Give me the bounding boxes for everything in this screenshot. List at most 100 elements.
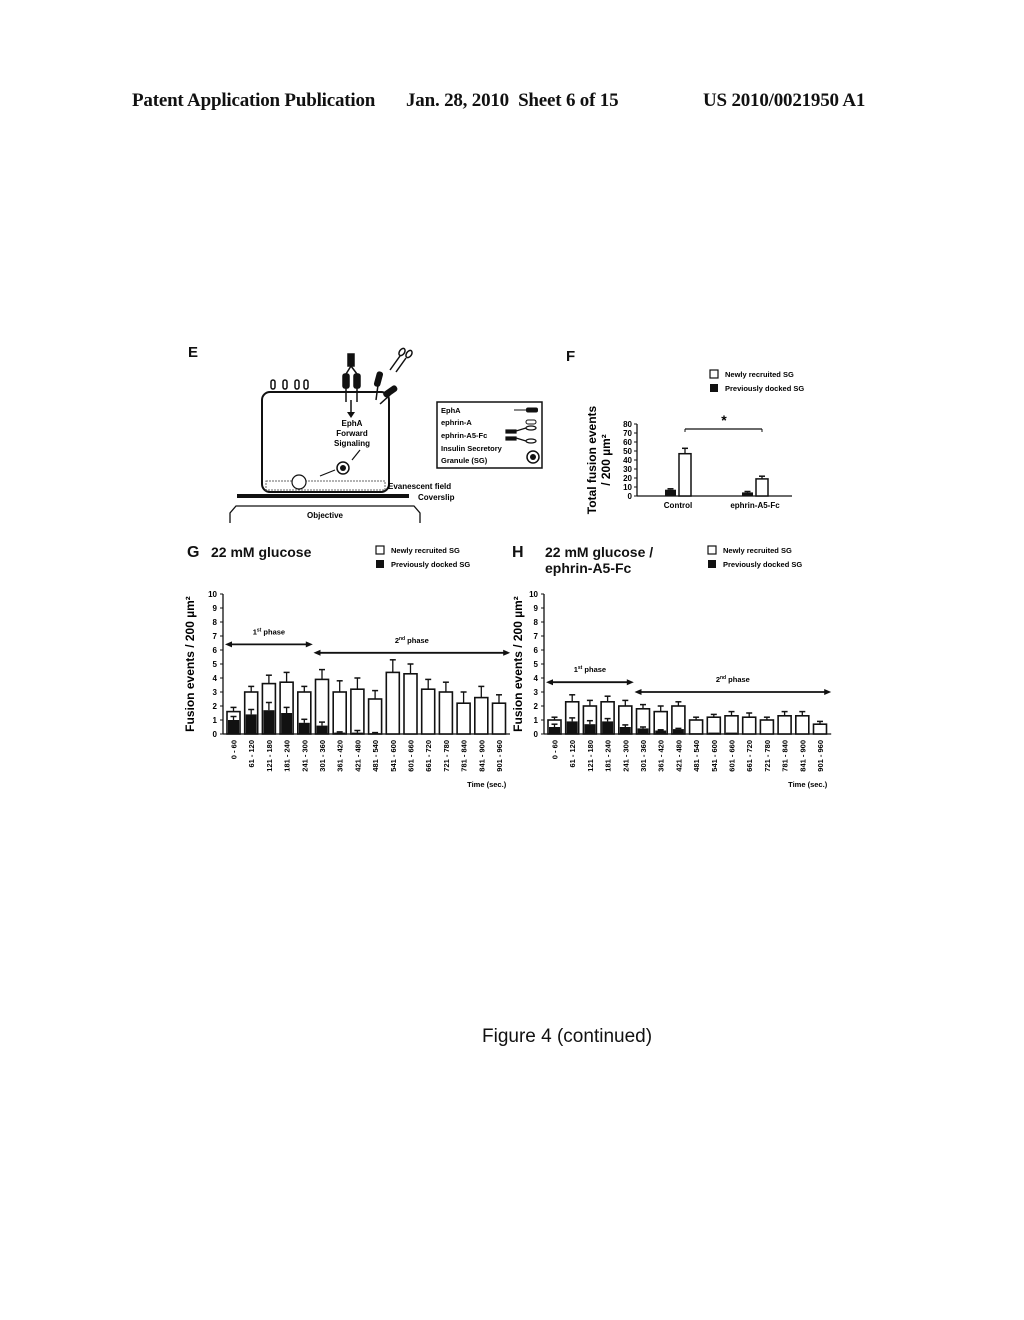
y-tick-label: 40: [623, 456, 632, 465]
phase-label: 1st phase: [574, 665, 606, 674]
y-tick-label: 8: [534, 618, 539, 627]
x-tick-label: 121 - 180: [586, 740, 595, 772]
phase-arrow-left-head: [634, 689, 642, 695]
y-tick-label: 7: [534, 632, 539, 641]
y-tick-label: 2: [534, 702, 539, 711]
bar-newly-recruited: [777, 715, 792, 735]
x-tick-label: 301 - 360: [318, 740, 327, 772]
x-tick-label: 181 - 240: [604, 740, 613, 772]
legend-previously-label: Previously docked SG: [725, 384, 804, 393]
bar-newly-recruited: [350, 688, 365, 735]
signal-text-2: Forward: [336, 429, 368, 438]
y-tick-label: 1: [213, 716, 218, 725]
legend-previously-label: Previously docked SG: [723, 560, 802, 569]
x-tick-label: 241 - 300: [621, 740, 630, 772]
bar-newly-recruited: [724, 715, 739, 735]
y-tick-label: 10: [208, 590, 217, 599]
y-tick-label: 2: [213, 702, 218, 711]
y-tick-label: 3: [534, 688, 539, 697]
phase-arrow-left-head: [225, 641, 232, 648]
x-tick-label: 841 - 900: [798, 740, 807, 772]
x-tick-label: 361 - 420: [336, 740, 345, 772]
bar-previously-docked: [263, 710, 275, 734]
bar-newly-recruited: [794, 715, 810, 735]
phase-label: 2nd phase: [716, 675, 750, 684]
bar-newly-recruited: [438, 691, 454, 735]
epha-receptors-right: [373, 371, 398, 405]
x-tick-label: 781 - 840: [781, 740, 790, 772]
bar-newly-recruited: [473, 696, 489, 735]
signal-text-3: Signaling: [334, 439, 370, 448]
legend-previously-swatch: [708, 560, 716, 568]
y-tick-label: 50: [623, 447, 632, 456]
x-tick-label: 0 - 60: [230, 740, 239, 759]
x-axis-label: Time (sec.): [788, 780, 828, 789]
bar-newly-recruited: [403, 673, 418, 735]
bar-previously-docked: [351, 732, 363, 734]
x-tick-label: ephrin-A5-Fc: [730, 501, 780, 510]
header-patent-number: US 2010/0021950 A1: [703, 90, 866, 111]
x-tick-label: 481 - 540: [371, 740, 380, 772]
bar-newly-recruited: [706, 716, 722, 735]
y-tick-label: 20: [623, 474, 632, 483]
phase-label: 2nd phase: [395, 636, 429, 645]
legend-sg-2: Granule (SG): [441, 456, 488, 465]
bar-previously-docked: [708, 732, 720, 734]
bar-previously-docked: [619, 727, 631, 734]
y-tick-label: 0: [628, 492, 633, 501]
x-tick-label: 481 - 540: [692, 740, 701, 772]
bar-newly-recruited: [332, 691, 347, 735]
bar-previously-docked: [316, 725, 328, 734]
chart-g: Newly recruited SG Previously docked SG 0 1…: [183, 545, 510, 789]
legend-newly-label: Newly recruited SG: [725, 370, 794, 379]
x-tick-label: 181 - 240: [283, 740, 292, 772]
legend-ephrin-a5-fc: ephrin-A5-Fc: [441, 431, 487, 440]
header-date-sheet: Jan. 28, 2010 Sheet 6 of 15: [406, 90, 619, 111]
bar-previously-docked: [281, 713, 293, 734]
y-tick-label: 6: [534, 646, 539, 655]
fusing-granule-icon: [291, 474, 307, 490]
y-tick-label: 7: [213, 632, 218, 641]
x-tick-label: 0 - 60: [551, 740, 560, 759]
legend-newly-swatch: [375, 545, 385, 555]
x-tick-label: 781 - 840: [460, 740, 469, 772]
x-tick-label: Control: [664, 501, 692, 510]
bar-newly-recruited: [688, 719, 704, 735]
legend-ephrin-a: ephrin-A: [441, 418, 472, 427]
legend-epha: EphA: [441, 406, 461, 415]
bar-previously-docked: [245, 714, 257, 734]
legend-previously-label: Previously docked SG: [391, 560, 470, 569]
x-tick-label: 661 - 720: [424, 740, 433, 772]
phase-arrow-left-head: [546, 679, 553, 686]
legend-sg-1: Insulin Secretory: [441, 444, 503, 453]
y-tick-label: 30: [623, 465, 632, 474]
x-tick-label: 421 - 480: [353, 740, 362, 772]
bar-newly-recruited: [812, 723, 828, 735]
y-tick-label: 8: [213, 618, 218, 627]
y-axis-label: Fusion events / 200 µm²: [183, 596, 197, 732]
y-tick-label: 3: [213, 688, 218, 697]
y-axis-label: Fusion events / 200 µm²: [511, 596, 525, 732]
y-tick-label: 10: [529, 590, 538, 599]
phase-arrow-right-head: [305, 641, 313, 648]
y-tick-label: 9: [213, 604, 218, 613]
y-tick-label: 80: [623, 420, 632, 429]
y-tick-label: 70: [623, 429, 632, 438]
bar-previously-docked: [690, 733, 702, 734]
x-tick-label: 361 - 420: [657, 740, 666, 772]
x-tick-label: 661 - 720: [745, 740, 754, 772]
bar-newly-recruited: [741, 716, 757, 735]
bar-previously-docked: [742, 492, 753, 496]
coverslip: [237, 494, 409, 498]
x-tick-label: 601 - 660: [407, 740, 416, 772]
bar-previously-docked: [566, 721, 578, 734]
x-tick-label: 601 - 660: [728, 740, 737, 772]
y-tick-label: 60: [623, 438, 632, 447]
bar-newly-recruited: [420, 688, 436, 735]
x-tick-label: 61 - 120: [568, 740, 577, 768]
bar-previously-docked: [298, 722, 310, 734]
y-tick-label: 9: [534, 604, 539, 613]
x-tick-label: 541 - 600: [389, 740, 398, 772]
phase-arrow-left-head: [313, 649, 321, 656]
evanescent-label: Evanescent field: [388, 482, 451, 491]
